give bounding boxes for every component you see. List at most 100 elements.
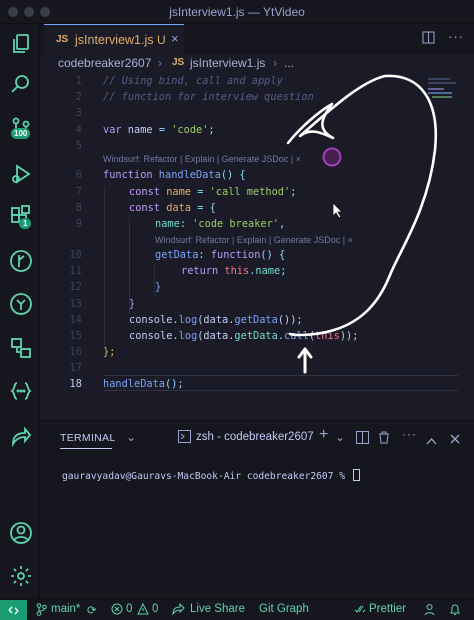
remote-explorer-icon[interactable] bbox=[9, 292, 33, 316]
code-line-7: const name = 'call method'; bbox=[129, 186, 297, 198]
errors-icon[interactable] bbox=[111, 603, 123, 617]
maximize-panel-icon[interactable] bbox=[426, 432, 437, 450]
code-line-8: const data = { bbox=[129, 202, 216, 214]
code-line-9: name: 'code breaker', bbox=[155, 218, 286, 230]
new-terminal-icon[interactable]: + bbox=[319, 426, 328, 444]
branch-name[interactable]: main* bbox=[51, 603, 80, 615]
live-share-icon[interactable] bbox=[9, 424, 33, 448]
breadcrumb-file[interactable]: jsInterview1.js bbox=[190, 56, 265, 70]
activity-bar: 100 1 bbox=[0, 24, 40, 599]
untracked-indicator: U bbox=[157, 33, 166, 47]
tab-terminal[interactable]: TERMINAL bbox=[60, 432, 116, 444]
indent-guide bbox=[104, 186, 105, 346]
json-icon[interactable] bbox=[9, 379, 33, 403]
terminal-dropdown-icon[interactable]: ⌄ bbox=[335, 430, 345, 444]
line-number: 8 bbox=[75, 202, 82, 214]
notifications-bell-icon[interactable] bbox=[449, 603, 461, 617]
search-icon[interactable] bbox=[9, 72, 33, 96]
more-actions-icon[interactable]: ··· bbox=[448, 29, 464, 44]
line-number: 16 bbox=[69, 346, 82, 358]
tab-jsinterview1[interactable]: JS jsInterview1.js U × bbox=[44, 24, 184, 54]
run-debug-icon[interactable] bbox=[9, 162, 33, 186]
git-graph-icon[interactable] bbox=[9, 249, 33, 273]
code-line-18: handleData(); bbox=[103, 378, 184, 390]
close-tab-icon[interactable]: × bbox=[171, 31, 179, 46]
code-line-11: return this.name; bbox=[181, 265, 287, 277]
breadcrumb-separator: › bbox=[158, 56, 162, 70]
line-number: 13 bbox=[69, 298, 82, 310]
terminal-name[interactable]: zsh - codebreaker2607 bbox=[196, 431, 314, 443]
terminal-panel: TERMINAL ⌄ zsh - codebreaker2607 + ⌄ ···… bbox=[40, 420, 474, 599]
warnings-icon[interactable] bbox=[137, 602, 149, 617]
live-share-icon[interactable] bbox=[172, 602, 185, 617]
window-title: jsInterview1.js — YtVideo bbox=[169, 5, 305, 19]
status-bar: main* ⟳ 0 0 Live Share Git Graph Prettie… bbox=[0, 599, 474, 620]
code-line-13: } bbox=[129, 298, 136, 310]
code-line-15: console.log(data.getData.call(this)); bbox=[129, 330, 359, 342]
code-line-1: // Using bind, call and apply bbox=[103, 75, 283, 87]
panel-more-icon[interactable]: ⌄ bbox=[126, 430, 136, 444]
line-number: 2 bbox=[75, 91, 82, 103]
code-editor[interactable]: 1 2 3 4 5 6 7 8 9 10 11 12 13 14 15 16 1… bbox=[40, 74, 474, 420]
line-number: 10 bbox=[69, 249, 82, 261]
feedback-icon[interactable] bbox=[423, 603, 436, 617]
warnings-count[interactable]: 0 bbox=[152, 603, 158, 615]
code-line-2: // function for interview question bbox=[103, 91, 314, 103]
branch-icon bbox=[36, 603, 47, 619]
minimap[interactable] bbox=[422, 74, 462, 104]
title-bar: jsInterview1.js — YtVideo bbox=[0, 0, 474, 24]
code-line-4: var name = 'code'; bbox=[103, 124, 215, 136]
sync-icon[interactable]: ⟳ bbox=[87, 603, 97, 617]
line-number: 15 bbox=[69, 330, 82, 342]
line-number: 6 bbox=[75, 169, 82, 181]
breadcrumb-symbol[interactable]: ... bbox=[284, 56, 294, 70]
split-terminal-icon[interactable] bbox=[356, 431, 369, 449]
remote-indicator[interactable] bbox=[0, 600, 27, 620]
settings-gear-icon[interactable] bbox=[9, 564, 33, 588]
line-number: 9 bbox=[75, 218, 82, 230]
code-line-16: }; bbox=[103, 346, 116, 358]
breadcrumb: codebreaker2607 › JS jsInterview1.js › .… bbox=[40, 54, 474, 74]
code-line-14: console.log(data.getData()); bbox=[129, 314, 303, 326]
extensions-icon[interactable]: 1 bbox=[9, 204, 33, 229]
line-number: 7 bbox=[75, 186, 82, 198]
remote-windows-icon[interactable] bbox=[9, 336, 33, 360]
line-number: 17 bbox=[69, 362, 82, 374]
line-number: 5 bbox=[75, 140, 82, 152]
code-line-6: function handleData() { bbox=[103, 169, 246, 181]
terminal-shell-icon bbox=[178, 430, 191, 448]
git-graph-label[interactable]: Git Graph bbox=[259, 603, 309, 615]
line-number: 14 bbox=[69, 314, 82, 326]
live-share-label[interactable]: Live Share bbox=[190, 603, 245, 615]
windsurf-codelens[interactable]: Windsurf: Refactor | Explain | Generate … bbox=[103, 154, 301, 164]
editor-tab-bar: JS jsInterview1.js U × ··· bbox=[40, 24, 474, 54]
split-editor-icon[interactable] bbox=[422, 31, 435, 47]
tab-label: jsInterview1.js bbox=[75, 33, 154, 47]
source-control-icon[interactable]: 100 bbox=[9, 116, 33, 140]
code-line-10: getData: function() { bbox=[155, 249, 286, 261]
prettier-label[interactable]: Prettier bbox=[369, 603, 406, 615]
breadcrumb-separator: › bbox=[273, 56, 277, 70]
close-panel-icon[interactable] bbox=[450, 431, 460, 449]
line-number: 3 bbox=[75, 107, 82, 119]
scm-badge: 100 bbox=[11, 128, 31, 139]
terminal-more-icon[interactable]: ··· bbox=[402, 427, 417, 441]
double-check-icon bbox=[354, 603, 366, 617]
breadcrumb-folder[interactable]: codebreaker2607 bbox=[58, 56, 151, 70]
line-number: 11 bbox=[69, 265, 82, 277]
js-file-icon: JS bbox=[172, 57, 185, 68]
terminal-output[interactable]: gauravyadav@Gauravs-MacBook-Air codebrea… bbox=[62, 469, 360, 482]
code-line-12: } bbox=[155, 281, 162, 293]
terminal-cursor bbox=[352, 469, 360, 481]
errors-count[interactable]: 0 bbox=[126, 603, 132, 615]
explorer-icon[interactable] bbox=[9, 32, 33, 56]
line-number: 1 bbox=[75, 75, 82, 87]
line-number: 12 bbox=[69, 281, 82, 293]
js-file-icon: JS bbox=[56, 34, 69, 45]
line-number-current: 18 bbox=[69, 378, 82, 390]
line-number: 4 bbox=[75, 124, 82, 136]
active-tab-underline bbox=[60, 448, 112, 449]
windsurf-codelens[interactable]: Windsurf: Refactor | Explain | Generate … bbox=[155, 235, 353, 245]
kill-terminal-icon[interactable] bbox=[378, 431, 390, 449]
account-icon[interactable] bbox=[9, 521, 33, 545]
